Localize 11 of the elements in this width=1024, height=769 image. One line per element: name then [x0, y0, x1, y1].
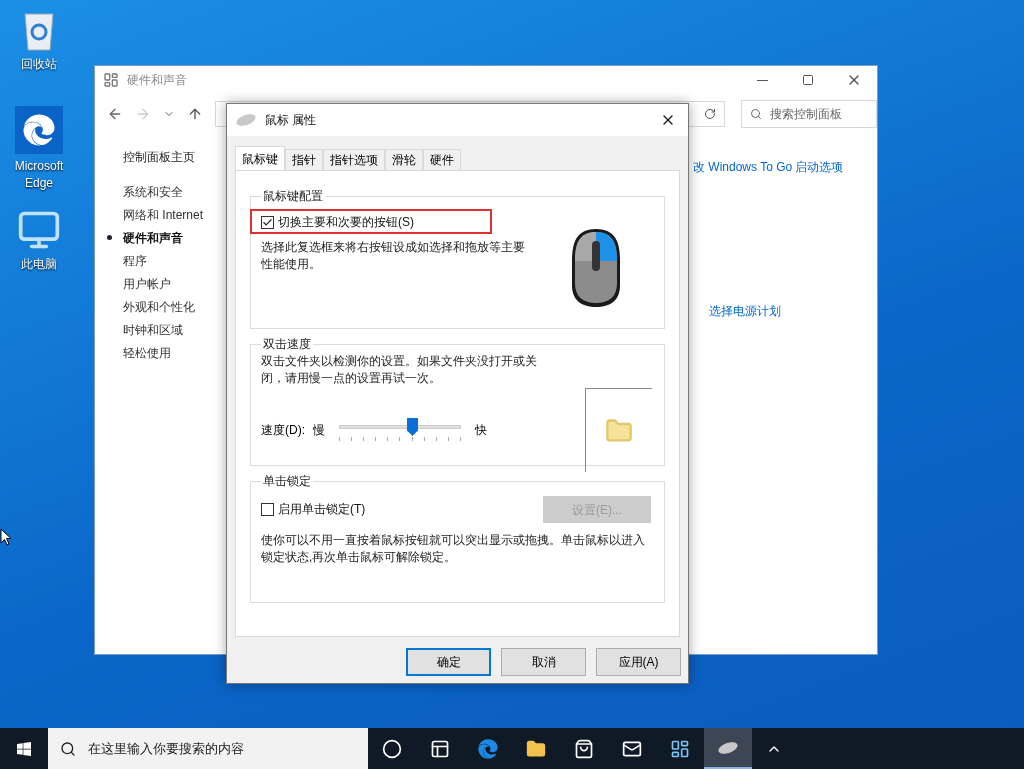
description: 选择此复选框来将右按钮设成如选择和拖放等主要性能使用。 — [261, 239, 526, 273]
slider-label: 速度(D): — [261, 422, 306, 439]
group-title: 双击速度 — [262, 336, 312, 353]
group-title: 鼠标键配置 — [262, 188, 324, 205]
description: 使你可以不用一直按着鼠标按钮就可以突出显示或拖拽。单击鼠标以进入锁定状态,再次单击鼠标可解除锁定。 — [261, 532, 646, 566]
slider-max-label: 快 — [475, 422, 487, 439]
window-title: 硬件和声音 — [127, 72, 187, 89]
description: 双击文件夹以检测你的设置。如果文件夹没打开或关闭，请用慢一点的设置再试一次。 — [261, 353, 538, 387]
dialog-title: 鼠标 属性 — [265, 112, 317, 129]
group-title: 单击锁定 — [262, 473, 312, 490]
slider-min-label: 慢 — [313, 422, 325, 439]
